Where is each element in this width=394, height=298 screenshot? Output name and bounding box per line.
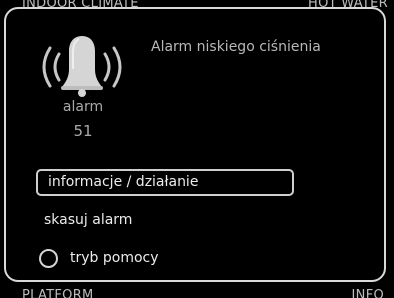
bell-alarm-icon: [34, 31, 130, 103]
alarm-dialog: Alarm niskiego ciśnienia alarm 51 inform…: [4, 7, 386, 282]
alarm-title: Alarm niskiego ciśnienia: [151, 39, 321, 55]
help-mode-label: tryb pomocy: [70, 250, 159, 266]
help-mode-option[interactable]: tryb pomocy: [39, 246, 159, 270]
background-menu-platform: PLATFORM: [22, 288, 94, 298]
alarm-number: 51: [73, 122, 93, 140]
help-mode-radio[interactable]: [39, 248, 58, 268]
alarm-label: alarm: [62, 99, 104, 115]
alarm-screen: INDOOR CLIMATE HOT WATER PLATFORM INFO A…: [0, 0, 394, 298]
reset-alarm-menu-item[interactable]: skasuj alarm: [44, 212, 132, 228]
background-menu-info: INFO: [351, 288, 384, 298]
information-action-menu-item[interactable]: informacje / działanie: [36, 169, 294, 196]
